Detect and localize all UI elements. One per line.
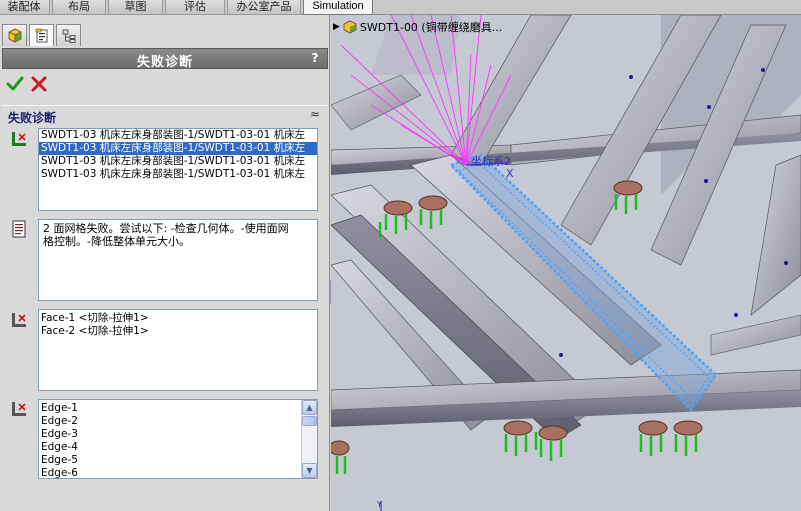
cancel-button[interactable] — [30, 75, 48, 93]
section-label: 失败诊断 — [8, 111, 57, 125]
configuration-manager-tab[interactable] — [56, 24, 81, 46]
frame-beam — [331, 74, 422, 131]
panel-titlebar: 失败诊断 ? — [2, 48, 328, 70]
list-item[interactable]: Face-2 <切除-拉伸1> — [39, 325, 317, 338]
frame-beam — [710, 314, 801, 356]
tab-sketch[interactable]: 草图 — [108, 0, 163, 15]
list-item[interactable]: Edge-3 — [39, 428, 317, 441]
list-item[interactable]: Face-1 <切除-拉伸1> — [39, 310, 317, 325]
list-item[interactable]: Edge-6 — [39, 467, 317, 478]
property-manager-tab[interactable] — [29, 24, 54, 46]
scroll-thumb[interactable] — [302, 416, 317, 426]
feature-manager-icon — [8, 28, 21, 42]
expand-icon[interactable]: ▶ — [333, 22, 340, 32]
list-item[interactable]: Edge-5 — [39, 454, 317, 467]
message-line-1: 2 面网格失败。尝试以下: -检查几何体。-使用面网 — [43, 222, 289, 235]
list-item-selected[interactable]: SWDT1-03 机床左床身部装图-1/SWDT1-03-01 机床左 — [39, 142, 317, 155]
collapse-icon[interactable]: ≈ — [308, 107, 322, 123]
failed-parts-list[interactable]: SWDT1-03 机床左床身部装图-1/SWDT1-03-01 机床左 SWDT… — [38, 128, 318, 211]
message-icon — [12, 220, 26, 238]
failure-message-box: 2 面网格失败。尝试以下: -检查几何体。-使用面网 格控制。-降低整体单元大小… — [38, 219, 318, 301]
property-manager-icon — [35, 28, 47, 42]
tab-layout[interactable]: 布局 — [52, 0, 106, 15]
edges-scrollbar[interactable]: ▲ ▼ — [301, 400, 317, 478]
list-item[interactable]: Edge-1 — [39, 402, 317, 415]
flyout-tree[interactable]: ▶ SWDT1-00 (铜带缠绕磨具... — [333, 19, 502, 35]
ok-button[interactable] — [6, 75, 24, 93]
frame-post — [750, 154, 801, 316]
list-item[interactable]: Edge-4 — [39, 441, 317, 454]
faces-list[interactable]: Face-1 <切除-拉伸1> Face-2 <切除-拉伸1> — [38, 309, 318, 391]
tab-office-products[interactable]: 办公室产品 — [227, 0, 301, 15]
faces-icon — [12, 313, 26, 327]
help-button[interactable]: ? — [308, 51, 322, 66]
section-failure-diagnostics: 失败诊断 ≈ — [2, 105, 328, 125]
message-line-2: 格控制。-降低整体单元大小。 — [43, 235, 190, 248]
list-item[interactable]: Edge-2 — [39, 415, 317, 428]
tab-assembly[interactable]: 装配体 — [0, 0, 50, 15]
ok-cancel-row — [4, 73, 84, 95]
ribbon-tab-bar: 装配体 布局 草图 评估 办公室产品 Simulation — [0, 0, 801, 15]
failed-parts-icon — [12, 132, 26, 146]
panel-title: 失败诊断 — [136, 55, 193, 70]
scroll-down-icon[interactable]: ▼ — [302, 463, 317, 478]
coord-label: 坐标系2 — [471, 154, 511, 168]
edges-icon — [12, 402, 26, 416]
axis-x-label: X — [506, 167, 514, 180]
scroll-up-icon[interactable]: ▲ — [302, 400, 317, 415]
property-manager-panel: 失败诊断 ? 失败诊断 ≈ SWDT1-03 机床左床身部装图-1/SWDT1-… — [0, 15, 330, 511]
list-item[interactable]: SWDT1-03 机床左床身部装图-1/SWDT1-03-01 机床左 — [39, 129, 317, 142]
tab-simulation[interactable]: Simulation — [303, 0, 373, 15]
graphics-viewport[interactable]: X 坐标系2 Y ▶ SWDT1-00 (铜带缠绕磨具... — [331, 15, 801, 511]
failure-message: 2 面网格失败。尝试以下: -检查几何体。-使用面网 格控制。-降低整体单元大小… — [39, 220, 317, 250]
edges-list[interactable]: Edge-1 Edge-2 Edge-3 Edge-4 Edge-5 Edge-… — [38, 399, 318, 479]
configuration-manager-icon — [62, 29, 75, 43]
list-item[interactable]: SWDT1-03 机床左床身部装图-1/SWDT1-03-01 机床左 — [39, 168, 317, 181]
model-view[interactable]: X 坐标系2 Y — [331, 15, 801, 511]
tab-evaluate[interactable]: 评估 — [165, 0, 225, 15]
manager-tabs — [0, 21, 330, 47]
feature-manager-tab[interactable] — [2, 24, 27, 46]
assembly-icon — [343, 20, 357, 34]
axis-y-label: Y — [376, 500, 382, 509]
assembly-name[interactable]: SWDT1-00 (铜带缠绕磨具... — [360, 19, 502, 35]
list-item[interactable]: SWDT1-03 机床左床身部装图-1/SWDT1-03-01 机床左 — [39, 155, 317, 168]
